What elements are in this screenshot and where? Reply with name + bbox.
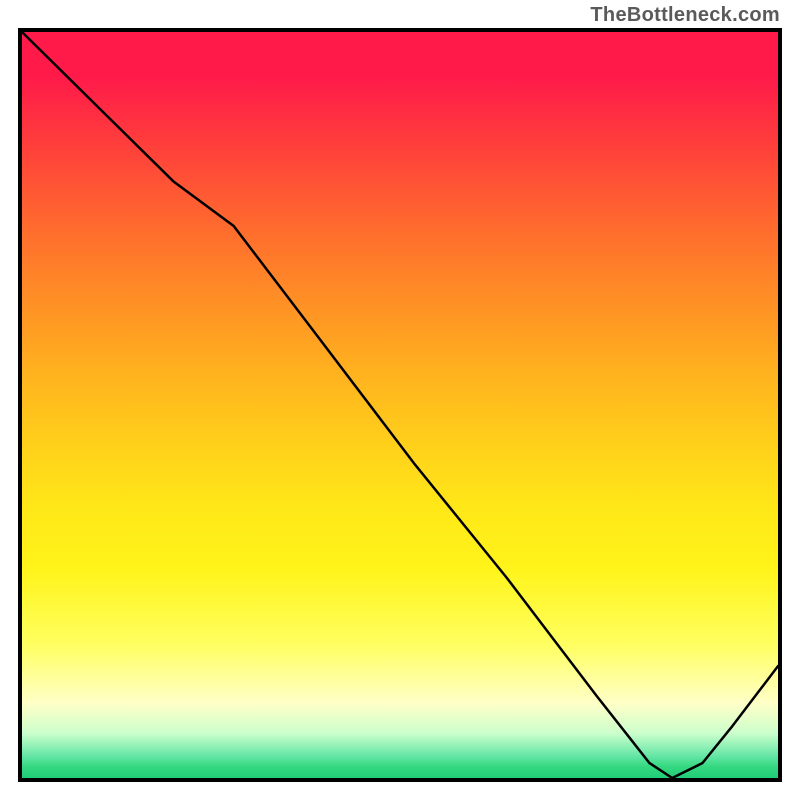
chart-container: TheBottleneck.com bbox=[0, 0, 800, 800]
attribution-label: TheBottleneck.com bbox=[590, 4, 780, 27]
bottleneck-curve bbox=[22, 32, 778, 778]
plot-area bbox=[22, 32, 778, 778]
